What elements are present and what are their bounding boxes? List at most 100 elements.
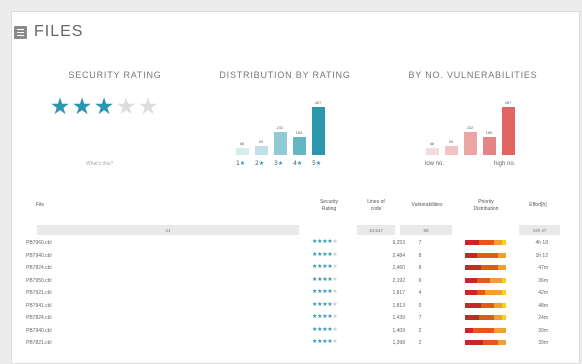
col-vulnerabilities[interactable]: Vulnerabilities (400, 202, 454, 209)
star-icon: ★ (137, 94, 159, 120)
priority-segment (465, 290, 478, 295)
star-icon: ★ (115, 94, 137, 120)
table-row[interactable]: PB7940.cbl ★★★★★ 2,484 8 1h 12 (26, 250, 551, 262)
bar[interactable] (236, 148, 249, 155)
star-icon: ★ (332, 300, 338, 308)
col-priority[interactable]: Priority Distribution (464, 199, 508, 213)
file-name[interactable]: PB7940.cbl (26, 253, 52, 259)
col-effort[interactable]: Effort[h] (523, 202, 553, 209)
file-name[interactable]: PB7941.cbl (26, 303, 52, 309)
col-file[interactable]: File (36, 202, 44, 209)
bar[interactable] (464, 132, 477, 155)
priority-segment (465, 340, 484, 345)
row-rating-stars: ★★★★★ (312, 338, 338, 345)
priority-distribution-bar (465, 327, 506, 333)
col-security[interactable]: Security Rating (312, 199, 346, 213)
bar[interactable] (255, 146, 268, 155)
priority-segment (493, 302, 502, 308)
col-loc[interactable]: Lines of code (361, 199, 391, 213)
star-icon: ★ (332, 238, 338, 245)
file-name[interactable]: PB7960.cbl (26, 240, 52, 246)
security-rating-stars: ★ ★ ★ ★ ★ (49, 96, 159, 119)
priority-segment (479, 315, 494, 320)
table-row[interactable]: PB7960.cbl ★★★★★ 9,253 7 4h 18 (26, 237, 551, 249)
file-name[interactable]: PB7921.cbl (26, 290, 52, 296)
effort-value: 24m (538, 315, 548, 321)
low-label: low no. (425, 161, 445, 167)
priority-segment (477, 290, 486, 295)
priority-segment (479, 240, 494, 245)
bar-value-label: 185 (485, 130, 493, 135)
bar-value-label: 185 (295, 130, 303, 135)
effort-value: 42m (538, 290, 548, 296)
priority-segment (473, 327, 494, 333)
vulnerability-count: 4 (418, 290, 422, 296)
row-rating-stars: ★★★★★ (312, 238, 338, 245)
star-icon: ★ (93, 94, 115, 120)
whats-this-link[interactable]: What's this? (86, 161, 113, 167)
file-name[interactable]: PB7940.cbl (26, 328, 52, 334)
priority-segment (501, 302, 506, 308)
priority-segment (477, 277, 490, 283)
bar-value-label: 487 (504, 100, 512, 105)
rating-label: 4★ (293, 160, 303, 167)
bar[interactable] (426, 148, 439, 155)
row-rating-stars: ★★★★★ (312, 251, 338, 258)
priority-segment (465, 277, 478, 283)
table-row[interactable]: PB7824.cbl ★★★★★ 1,439 7 24m (26, 312, 551, 324)
file-name[interactable]: PB7824.cbl (26, 265, 52, 271)
list-icon (14, 25, 27, 39)
summary-effort: 19h 47 (519, 225, 560, 235)
priority-segment (493, 240, 502, 245)
vulnerability-count: 8 (418, 265, 422, 271)
priority-segment (497, 265, 506, 270)
priority-segment (465, 240, 480, 245)
priority-segment (465, 315, 480, 320)
vulnerability-count: 2 (418, 340, 422, 346)
file-name[interactable]: PB7824.cbl (26, 315, 52, 321)
bar-value-label: 95 (258, 139, 264, 144)
priority-distribution-bar (465, 240, 506, 245)
priority-distribution-bar (465, 252, 506, 258)
table-row[interactable]: PB7824.cbl ★★★★★ 2,460 8 47m (26, 262, 551, 274)
star-icon: ★ (332, 338, 338, 345)
priority-segment (485, 290, 502, 295)
row-rating-stars: ★★★★★ (312, 276, 338, 283)
row-rating-stars: ★★★★★ (312, 263, 338, 270)
file-name[interactable]: PB7821.cbl (26, 340, 52, 346)
vulnerability-count: 2 (418, 327, 422, 334)
vulnerability-count: 7 (418, 315, 422, 321)
bar-value-label: 95 (448, 139, 454, 144)
priority-segment (501, 290, 506, 295)
bar[interactable] (312, 107, 325, 155)
bar[interactable] (274, 132, 287, 155)
table-row[interactable]: PB7940.cbl ★★★★★ 1,409 2 30m (26, 325, 551, 337)
priority-distribution-bar (465, 315, 506, 320)
rating-label: 1★ (236, 160, 246, 167)
bar-value-label: 232 (276, 125, 284, 130)
priority-distribution-bar (465, 265, 506, 270)
file-name[interactable]: PB7950.cbl (26, 278, 52, 284)
bar[interactable] (445, 146, 458, 155)
vulnerabilities-chart: 68 95 232 185 487 (426, 95, 526, 155)
priority-segment (501, 240, 506, 245)
table-row[interactable]: PB7921.cbl ★★★★★ 1,817 4 42m (26, 287, 551, 299)
table-row[interactable]: PB7941.cbl ★★★★★ 1,813 5 48m (26, 300, 551, 312)
row-rating-stars: ★★★★★ (312, 326, 338, 333)
bar[interactable] (293, 137, 306, 155)
priority-segment (489, 277, 502, 283)
table-row[interactable]: PB7821.cbl ★★★★★ 1,398 2 30m (26, 337, 551, 349)
distribution-heading: DISTRIBUTION BY RATING (219, 70, 351, 80)
priority-segment (483, 340, 498, 345)
priority-segment (501, 277, 506, 283)
bar[interactable] (502, 107, 515, 155)
table-row[interactable]: PB7950.cbl ★★★★★ 2,192 6 36m (26, 275, 551, 287)
vulnerability-count: 5 (418, 302, 422, 309)
priority-segment (465, 302, 482, 308)
bar[interactable] (483, 137, 496, 155)
star-icon: ★ (71, 94, 93, 120)
rating-label: 3★ (274, 160, 284, 167)
priority-distribution-bar (465, 340, 506, 345)
summary-loc: 34,547 (357, 225, 395, 235)
priority-segment (493, 327, 506, 333)
